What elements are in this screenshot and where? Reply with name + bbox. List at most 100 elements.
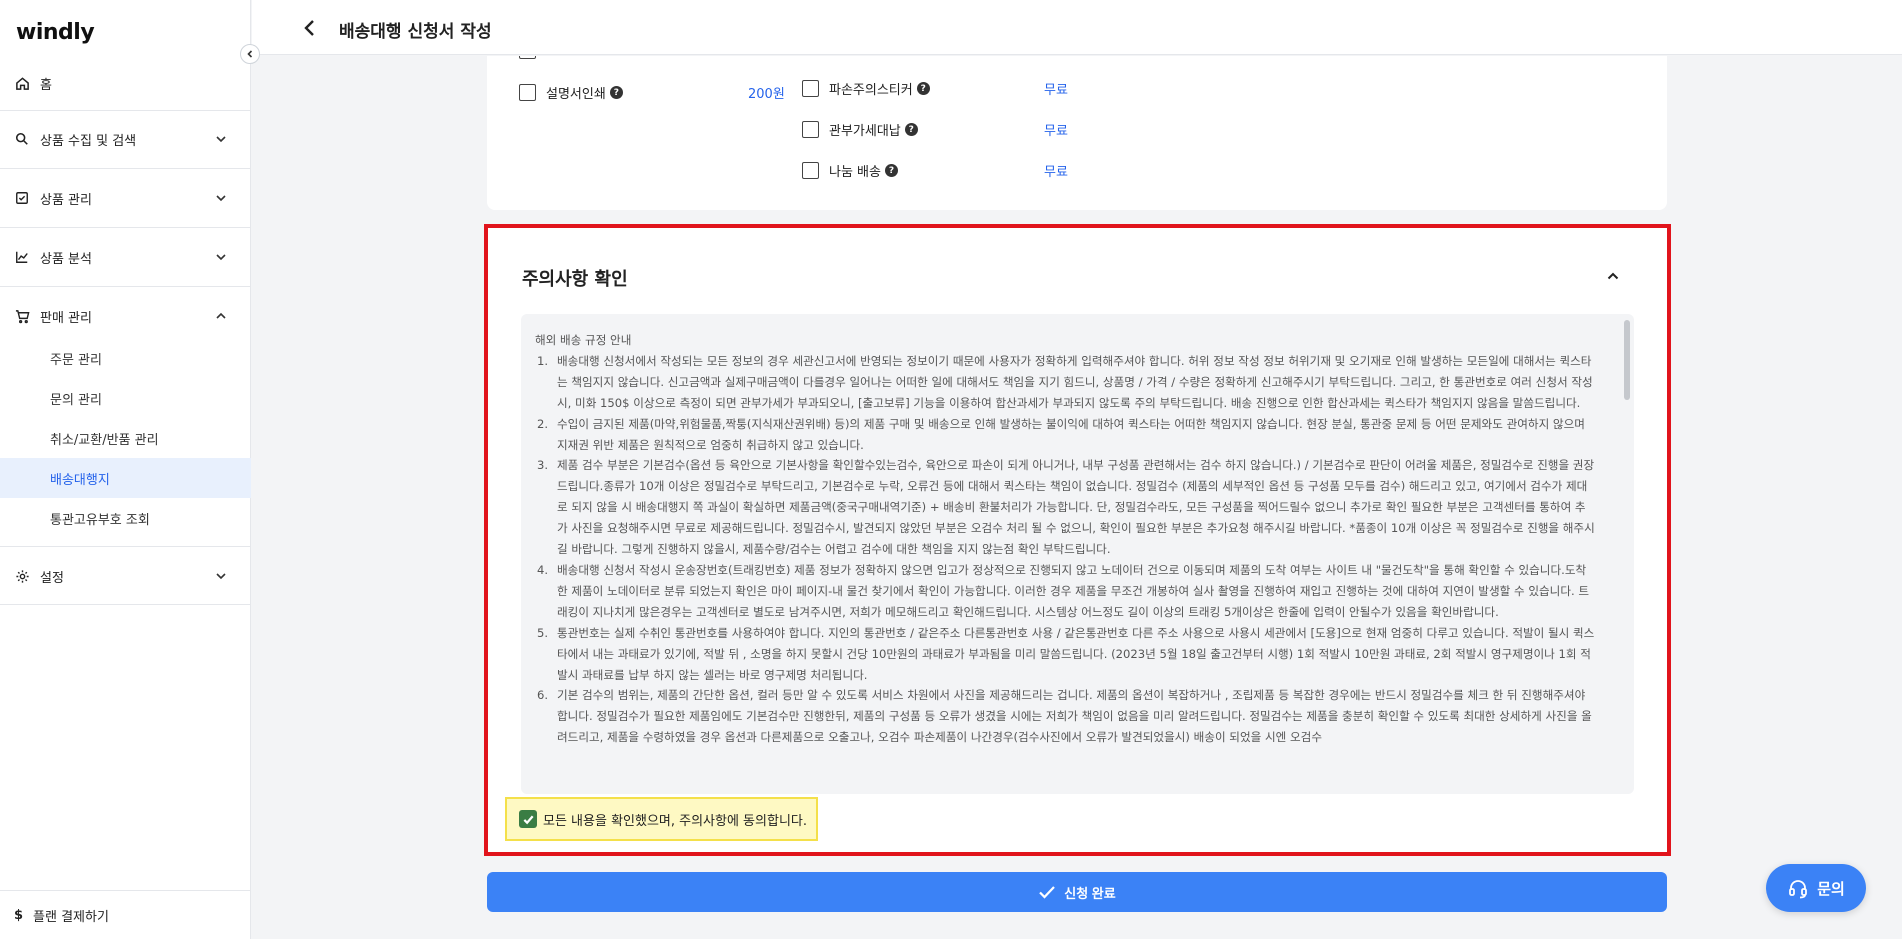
agree-checkbox-row[interactable]: 모든 내용을 확인했으며, 주의사항에 동의합니다. (505, 797, 818, 841)
option-split-shipping[interactable]: 나눔 배송 ? (802, 161, 898, 180)
terms-heading: 해외 배송 규정 안내 (535, 333, 632, 347)
divider (0, 604, 251, 605)
terms-item: 1. 배송대행 신청서에서 작성되는 모든 정보의 경우 세관신고서에 반영되는 … (535, 351, 1596, 414)
sidebar-item-label: 상품 분석 (40, 251, 92, 267)
terms-item-number: 1. (537, 353, 549, 368)
chevron-down-icon (213, 249, 229, 265)
terms-item-text: 기본 검수의 범위는, 제품의 간단한 옵션, 컬러 등만 알 수 있도록 서비… (557, 688, 1592, 745)
option-checkbox[interactable] (519, 56, 536, 59)
extra-options-card: 설명서인쇄 ? 200원 파손주의스티커 ? 무료 관부가세대납 ? 무료 나눔… (487, 56, 1667, 210)
sidebar-item-label: 상품 수집 및 검색 (40, 133, 137, 149)
gear-icon (14, 568, 30, 584)
inquiry-floating-button[interactable]: 문의 (1766, 864, 1866, 912)
option-checkbox[interactable] (802, 80, 819, 97)
inquiry-label: 문의 (1817, 879, 1845, 898)
option-label: 나눔 배송 (829, 165, 881, 180)
sidebar-item-label: 설정 (40, 570, 64, 586)
check-icon (1038, 884, 1056, 900)
sidebar-item-product-collect[interactable]: 상품 수집 및 검색 (0, 111, 251, 167)
search-icon (14, 131, 30, 147)
plan-payment-label: 플랜 결제하기 (33, 909, 109, 925)
back-button[interactable] (298, 16, 322, 40)
sidebar-collapse-button[interactable] (240, 44, 260, 64)
submit-application-button[interactable]: 신청 완료 (487, 872, 1667, 912)
option-price: 무료 (1044, 83, 1068, 98)
sidebar-item-product-manage[interactable]: 상품 관리 (0, 170, 251, 226)
sidebar: windly 홈 상품 수집 및 검색 상품 관리 상품 분석 판매 관리 주문… (0, 0, 251, 939)
terms-item-text: 통관번호는 실제 수취인 통관번호를 사용하여야 합니다. 지인의 통관번호 /… (557, 625, 1595, 682)
option-label: 파손주의스티커 (829, 83, 913, 98)
terms-scrollbar-thumb[interactable] (1624, 320, 1630, 400)
terms-item: 4. 배송대행 신청서 작성시 운송장번호(트래킹번호) 제품 정보가 정확하지 … (535, 560, 1596, 623)
check-icon (523, 815, 534, 824)
notice-section: 주의사항 확인 해외 배송 규정 안내 1. 배송대행 신청서에서 작성되는 모든… (484, 224, 1671, 856)
terms-list: 1. 배송대행 신청서에서 작성되는 모든 정보의 경우 세관신고서에 반영되는 … (535, 351, 1596, 748)
chevron-down-icon (213, 190, 229, 206)
help-icon[interactable]: ? (916, 82, 930, 95)
plan-payment-link[interactable]: $ 플랜 결제하기 (0, 890, 251, 939)
sidebar-subitem-returns[interactable]: 취소/교환/반품 관리 (0, 418, 251, 458)
divider (0, 286, 251, 287)
terms-item-number: 4. (537, 562, 549, 577)
sidebar-subitem-customs-code[interactable]: 통관고유부호 조회 (0, 498, 251, 538)
notice-title: 주의사항 확인 (522, 269, 628, 290)
option-price: 무료 (1044, 124, 1068, 139)
sidebar-item-sales-manage[interactable]: 판매 관리 (0, 288, 251, 344)
notice-collapse-button[interactable] (1601, 264, 1625, 288)
sidebar-subitem-forwarding[interactable]: 배송대행지 (0, 458, 251, 498)
option-label: 설명서인쇄 (546, 87, 606, 102)
chart-icon (14, 249, 30, 265)
terms-item: 3. 제품 검수 부분은 기본검수(옵션 등 육안으로 기본사항을 확인할수있는검… (535, 455, 1596, 560)
terms-item-text: 수입이 금지된 제품(마약,위험물품,짝퉁(지식재산권위배) 등)의 제품 구매… (557, 416, 1585, 452)
option-fragile-sticker[interactable]: 파손주의스티커 ? (802, 79, 930, 98)
option-row-cut (519, 56, 546, 59)
option-price: 무료 (1044, 165, 1068, 180)
sidebar-subitem-inquiries[interactable]: 문의 관리 (0, 378, 251, 418)
option-duty-prepay[interactable]: 관부가세대납 ? (802, 120, 918, 139)
chevron-up-icon (213, 308, 229, 324)
help-icon[interactable]: ? (609, 86, 623, 99)
chevron-up-icon (1606, 269, 1620, 283)
terms-item-text: 배송대행 신청서 작성시 운송장번호(트래킹번호) 제품 정보가 정확하지 않으… (557, 562, 1590, 619)
help-icon[interactable]: ? (884, 164, 898, 177)
divider (0, 227, 251, 228)
terms-item: 2. 수입이 금지된 제품(마약,위험물품,짝퉁(지식재산권위배) 등)의 제품 … (535, 414, 1596, 456)
terms-item: 6. 기본 검수의 범위는, 제품의 간단한 옵션, 컬러 등만 알 수 있도록 … (535, 685, 1596, 748)
option-label: 관부가세대납 (829, 124, 901, 139)
home-icon (14, 75, 30, 91)
chevron-down-icon (213, 568, 229, 584)
page-title: 배송대행 신청서 작성 (339, 22, 492, 42)
agree-label: 모든 내용을 확인했으며, 주의사항에 동의합니다. (543, 813, 807, 829)
sidebar-item-home[interactable]: 홈 (0, 55, 251, 111)
option-checkbox[interactable] (519, 84, 536, 101)
dollar-icon: $ (14, 907, 24, 923)
option-price: 200원 (748, 87, 785, 102)
help-icon[interactable]: ? (904, 123, 918, 136)
terms-item-number: 2. (537, 416, 549, 431)
sidebar-item-label: 홈 (40, 77, 52, 93)
arrow-left-icon (302, 19, 318, 37)
option-checkbox[interactable] (802, 121, 819, 138)
terms-scroll-box[interactable]: 해외 배송 규정 안내 1. 배송대행 신청서에서 작성되는 모든 정보의 경우 … (521, 314, 1634, 794)
checklist-icon (14, 190, 30, 206)
option-checkbox[interactable] (802, 162, 819, 179)
divider (0, 168, 251, 169)
sidebar-subitem-orders[interactable]: 주문 관리 (0, 338, 251, 378)
terms-item-number: 5. (537, 625, 549, 640)
app-logo[interactable]: windly (16, 20, 95, 45)
terms-item-text: 배송대행 신청서에서 작성되는 모든 정보의 경우 세관신고서에 반영되는 정보… (557, 353, 1593, 410)
submit-label: 신청 완료 (1064, 885, 1116, 901)
headset-icon (1787, 877, 1809, 899)
terms-item-number: 3. (537, 458, 549, 473)
option-manual-print[interactable]: 설명서인쇄 ? (519, 83, 623, 102)
chevron-left-icon (245, 49, 255, 59)
divider (0, 546, 251, 547)
chevron-down-icon (213, 131, 229, 147)
sidebar-item-product-analysis[interactable]: 상품 분석 (0, 229, 251, 285)
terms-item-number: 6. (537, 688, 549, 703)
agree-checkbox[interactable] (519, 810, 537, 828)
sidebar-item-settings[interactable]: 설정 (0, 548, 251, 604)
cart-icon (14, 308, 30, 324)
page-header: 배송대행 신청서 작성 (252, 0, 1902, 55)
sidebar-item-label: 상품 관리 (40, 192, 92, 208)
